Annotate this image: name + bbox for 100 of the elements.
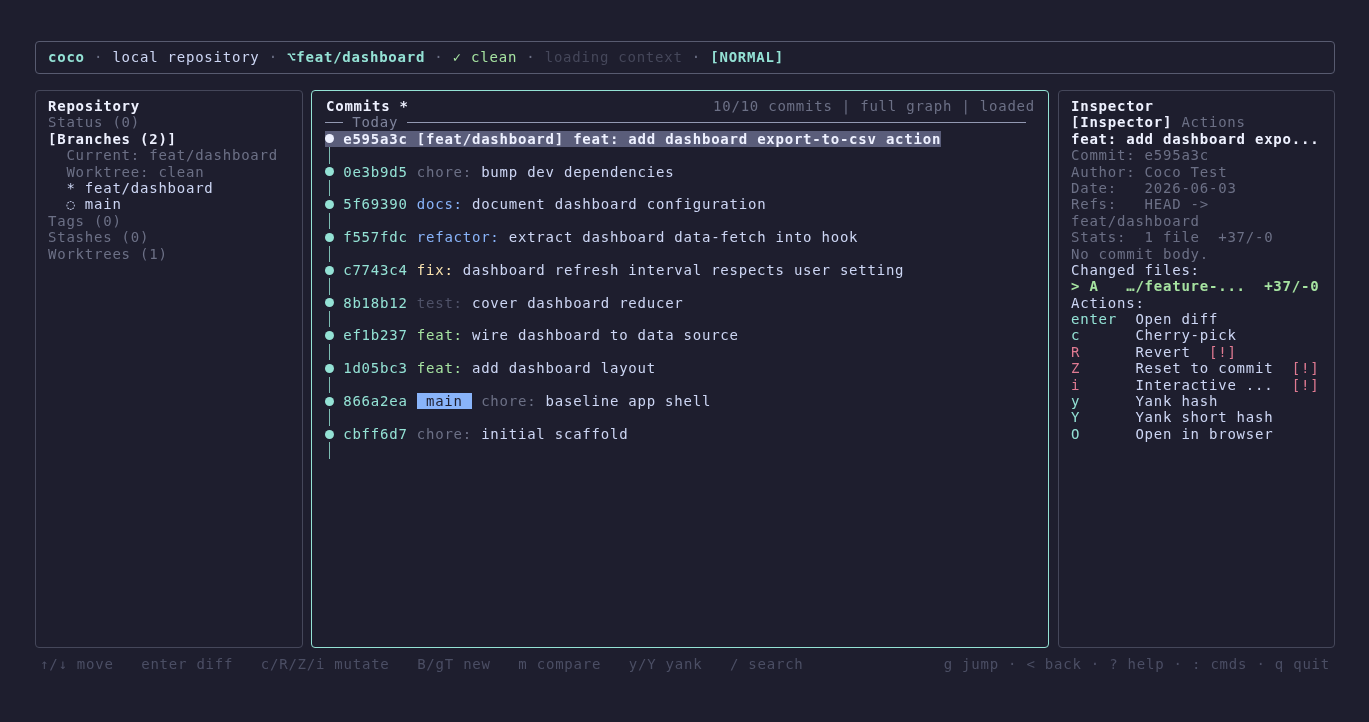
commit-title: feat: add dashboard expo...	[1071, 130, 1320, 148]
commit-subject: bump dev dependencies	[481, 163, 675, 180]
commit-type: feat:	[416, 327, 463, 344]
action-label: Open diff	[1135, 311, 1219, 328]
separator: ·	[691, 49, 702, 66]
graph-node-icon	[325, 429, 334, 439]
commit-hash: 866a2ea	[343, 393, 408, 410]
commit-hash: f557fdc	[343, 229, 408, 246]
action-label: Yank short hash	[1135, 409, 1274, 426]
commit-hash: 5f69390	[343, 196, 408, 213]
commits-summary: 10/10 commits | full graph | loaded	[713, 98, 1035, 115]
detail-line: Author: Coco Test	[1071, 163, 1228, 180]
app-name: coco	[48, 49, 85, 66]
ref-label: [feat/dashboard]	[416, 130, 564, 148]
commit-hash: 0e3b9d5	[343, 163, 408, 180]
commit-type: feat:	[573, 130, 620, 148]
graph-node-icon	[325, 134, 334, 144]
action-key: R	[1071, 343, 1136, 361]
commit-row[interactable]: 866a2ea main chore: baseline app shell	[325, 393, 712, 410]
graph-node-icon	[325, 363, 334, 373]
graph-node-icon	[325, 298, 334, 308]
action-label: Open in browser	[1135, 425, 1274, 443]
mode-label: [NORMAL]	[710, 49, 784, 66]
commit-type: test:	[416, 294, 463, 312]
commit-hash: 1d05bc3	[343, 360, 408, 377]
commit-row[interactable]: ef1b237 feat: wire dashboard to data source	[325, 327, 739, 344]
commit-row[interactable]: 0e3b9d5 chore: bump dev dependencies	[325, 163, 675, 180]
branch-label: ⌥feat/dashboard	[287, 49, 426, 66]
separator: ·	[526, 49, 536, 66]
commit-row[interactable]: 5f69390 docs: document dashboard configuration	[325, 196, 767, 213]
graph-node-icon	[325, 200, 334, 210]
separator: ·	[434, 49, 444, 66]
file-row[interactable]: > A …/feature-... +37/-0	[1071, 278, 1320, 295]
commit-subject: wire dashboard to data source	[471, 327, 739, 344]
commit-hash: c7743c4	[343, 261, 408, 279]
detail-line: feat/dashboard	[1071, 212, 1200, 230]
commit-type: refactor:	[416, 229, 500, 246]
commit-hash: 8b18b12	[343, 294, 408, 312]
graph-node-icon	[325, 396, 334, 406]
warning-label: [!]	[1291, 376, 1320, 394]
action-key: i	[1071, 376, 1136, 394]
detail-line: Commit: e595a3c	[1071, 147, 1209, 164]
separator: ·	[268, 49, 278, 66]
commit-type: docs:	[416, 196, 463, 213]
branch-item[interactable]: * feat/dashboard	[66, 179, 214, 197]
repository-label: local repository	[112, 49, 260, 66]
graph-node-icon	[325, 331, 334, 341]
action-label: Interactive ...	[1135, 376, 1274, 394]
commit-subject: add dashboard export-to-csv action	[628, 130, 942, 148]
commit-type: chore:	[416, 163, 472, 180]
commit-hash: ef1b237	[343, 327, 408, 344]
sidebar-item[interactable]: [Branches (2)]	[48, 130, 177, 148]
action-key: Y	[1071, 409, 1136, 426]
commit-type: fix:	[416, 261, 454, 279]
commit-row[interactable]: f557fdc refactor: extract dashboard data-fetch into hook	[325, 229, 859, 246]
detail-line: Refs: HEAD ->	[1071, 196, 1209, 213]
action-key: y	[1071, 393, 1136, 410]
action-key: c	[1071, 327, 1136, 344]
panel-title: Repository	[48, 98, 140, 115]
commit-row[interactable]: c7743c4 fix: dashboard refresh interval respects user setting	[325, 261, 905, 279]
branch-badge: main	[416, 393, 472, 410]
commit-type: chore:	[481, 393, 537, 410]
group-label: Today	[352, 114, 399, 131]
warning-label: [!]	[1209, 343, 1237, 361]
commit-type: chore:	[416, 425, 472, 443]
commit-row[interactable]: 1d05bc3 feat: add dashboard layout	[325, 360, 656, 377]
commit-subject: baseline app shell	[545, 393, 712, 410]
commit-row[interactable]: cbff6d7 chore: initial scaffold	[325, 425, 629, 443]
action-key: Z	[1071, 360, 1136, 377]
commit-subject: dashboard refresh interval respects user setting	[462, 261, 905, 279]
panel-title: Commits *	[326, 98, 409, 115]
graph-node-icon	[325, 265, 334, 275]
section-heading: Changed files:	[1071, 261, 1200, 279]
section-heading: Actions:	[1071, 294, 1145, 312]
commit-row[interactable]: 8b18b12 test: cover dashboard reducer	[325, 294, 684, 312]
commit-subject: cover dashboard reducer	[471, 294, 684, 312]
commit-subject: extract dashboard data-fetch into hook	[508, 229, 859, 246]
action-key: enter	[1071, 311, 1136, 328]
action-label: Yank hash	[1135, 393, 1219, 410]
action-label: Reset to commit	[1135, 360, 1274, 377]
action-label: Cherry-pick	[1135, 327, 1237, 344]
commit-subject: initial scaffold	[481, 425, 629, 443]
commit-hash: cbff6d7	[343, 425, 408, 443]
worktree-status: ✓ clean	[452, 49, 518, 66]
detail-line: Stats: 1 file +37/-0	[1071, 229, 1274, 246]
commit-type: feat:	[416, 360, 463, 377]
detail-line: No commit body.	[1071, 245, 1209, 262]
detail-line: Date: 2026-06-03	[1071, 179, 1237, 197]
panel-title: Inspector	[1071, 98, 1154, 115]
branch-item[interactable]: ◌ main	[66, 196, 122, 213]
commit-hash: e595a3c	[343, 130, 408, 148]
inspector-tab[interactable]: [Inspector]	[1071, 114, 1173, 131]
commit-row[interactable]: e595a3c [feat/dashboard] feat: add dashboard export-to-csv action	[325, 130, 942, 148]
warning-label: [!]	[1291, 360, 1320, 377]
action-key: O	[1071, 425, 1136, 443]
branch-info: Current: feat/dashboard	[66, 147, 278, 164]
commit-subject: document dashboard configuration	[471, 196, 767, 213]
branch-info: Worktree: clean	[66, 163, 205, 180]
graph-node-icon	[325, 167, 334, 177]
commit-subject: add dashboard layout	[471, 360, 656, 377]
